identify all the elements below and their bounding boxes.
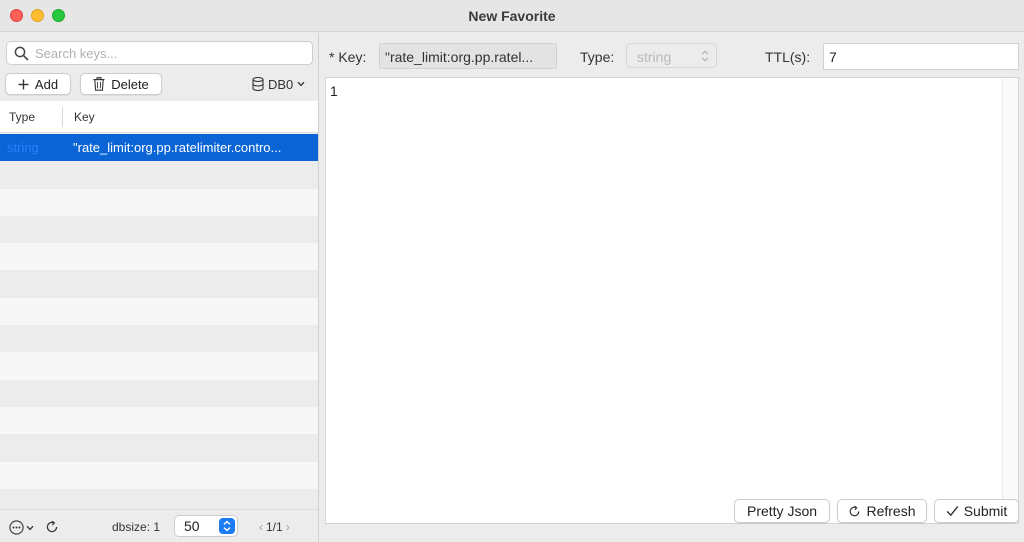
empty-row: [0, 270, 318, 298]
database-selector-label: DB0: [268, 76, 294, 92]
ttl-input[interactable]: 7: [823, 43, 1019, 70]
ellipsis-circle-icon: [9, 520, 24, 535]
refresh-button[interactable]: Refresh: [837, 499, 927, 523]
empty-row: [0, 325, 318, 353]
window-title: New Favorite: [468, 8, 556, 24]
chevron-up-down-icon: [701, 50, 709, 62]
pretty-json-label: Pretty Json: [746, 503, 818, 519]
empty-row: [0, 461, 318, 489]
keys-panel-footer: dbsize: 1 50 ‹ 1/1 ›: [0, 509, 318, 542]
empty-row: [0, 406, 318, 435]
refresh-icon: [46, 520, 58, 533]
column-divider[interactable]: [62, 107, 63, 127]
key-detail-panel: * Key: "rate_limit:org.pp.ratel... Type:…: [320, 33, 1024, 542]
page-size-stepper[interactable]: 50: [174, 515, 238, 537]
reload-keys-button[interactable]: [45, 520, 59, 537]
table-row[interactable]: string "rate_limit:org.pp.ratelimiter.co…: [0, 134, 318, 162]
type-select[interactable]: string: [626, 43, 717, 68]
empty-row: [0, 243, 318, 271]
column-header-key[interactable]: Key: [74, 110, 95, 124]
chevron-down-icon: [26, 525, 34, 530]
key-name-cell: "rate_limit:org.pp.ratelimiter.contro...: [73, 140, 282, 155]
page-size-value: 50: [184, 518, 200, 534]
submit-button[interactable]: Submit: [934, 499, 1019, 523]
delete-key-button[interactable]: Delete: [80, 73, 162, 95]
empty-row: [0, 188, 318, 216]
title-bar: New Favorite: [0, 0, 1024, 32]
previous-page-icon[interactable]: ‹: [259, 520, 263, 534]
app-window: New Favorite Add Dele: [0, 0, 1024, 542]
add-key-label: Add: [34, 76, 59, 92]
refresh-icon: [850, 505, 860, 516]
search-input[interactable]: [35, 44, 305, 62]
plus-icon: [18, 79, 29, 89]
empty-row: [0, 215, 318, 244]
trash-icon: [93, 77, 105, 91]
checkmark-icon: [946, 505, 959, 517]
ttl-field-label: TTL(s):: [765, 49, 811, 65]
pretty-json-button[interactable]: Pretty Json: [734, 499, 830, 523]
more-options-button[interactable]: [9, 520, 34, 535]
type-field-label: Type:: [580, 49, 615, 65]
empty-row: [0, 161, 318, 189]
empty-row: [0, 352, 318, 380]
search-box[interactable]: [6, 41, 313, 65]
empty-row: [0, 379, 318, 407]
empty-row: [0, 297, 318, 326]
key-name-field[interactable]: "rate_limit:org.pp.ratel...: [379, 43, 557, 69]
delete-key-label: Delete: [111, 76, 149, 92]
database-selector[interactable]: DB0: [252, 74, 305, 94]
refresh-label: Refresh: [866, 503, 916, 519]
column-header-type[interactable]: Type: [9, 110, 35, 124]
dbsize-label: dbsize: 1: [112, 520, 161, 534]
page-indicator: 1/1: [266, 520, 283, 534]
type-select-value: string: [637, 49, 672, 65]
add-key-button[interactable]: Add: [5, 73, 71, 95]
key-field-label: * Key:: [329, 49, 367, 65]
next-page-icon[interactable]: ›: [286, 520, 290, 534]
submit-label: Submit: [963, 503, 1008, 519]
search-icon: [14, 46, 29, 61]
keys-panel: Add Delete DB0 Type: [0, 33, 319, 542]
keys-table-header: Type Key: [0, 101, 318, 133]
chevron-down-icon: [297, 81, 305, 87]
key-type-cell: string: [7, 140, 39, 155]
database-icon: [252, 77, 264, 91]
value-editor[interactable]: 1: [325, 77, 1019, 524]
value-editor-content: 1: [330, 83, 338, 99]
editor-scrollbar[interactable]: [1002, 78, 1018, 523]
pagination: ‹ 1/1 ›: [259, 520, 290, 534]
keys-table-body: string "rate_limit:org.pp.ratelimiter.co…: [0, 134, 318, 512]
empty-row: [0, 434, 318, 462]
stepper-arrows-icon[interactable]: [219, 518, 235, 534]
